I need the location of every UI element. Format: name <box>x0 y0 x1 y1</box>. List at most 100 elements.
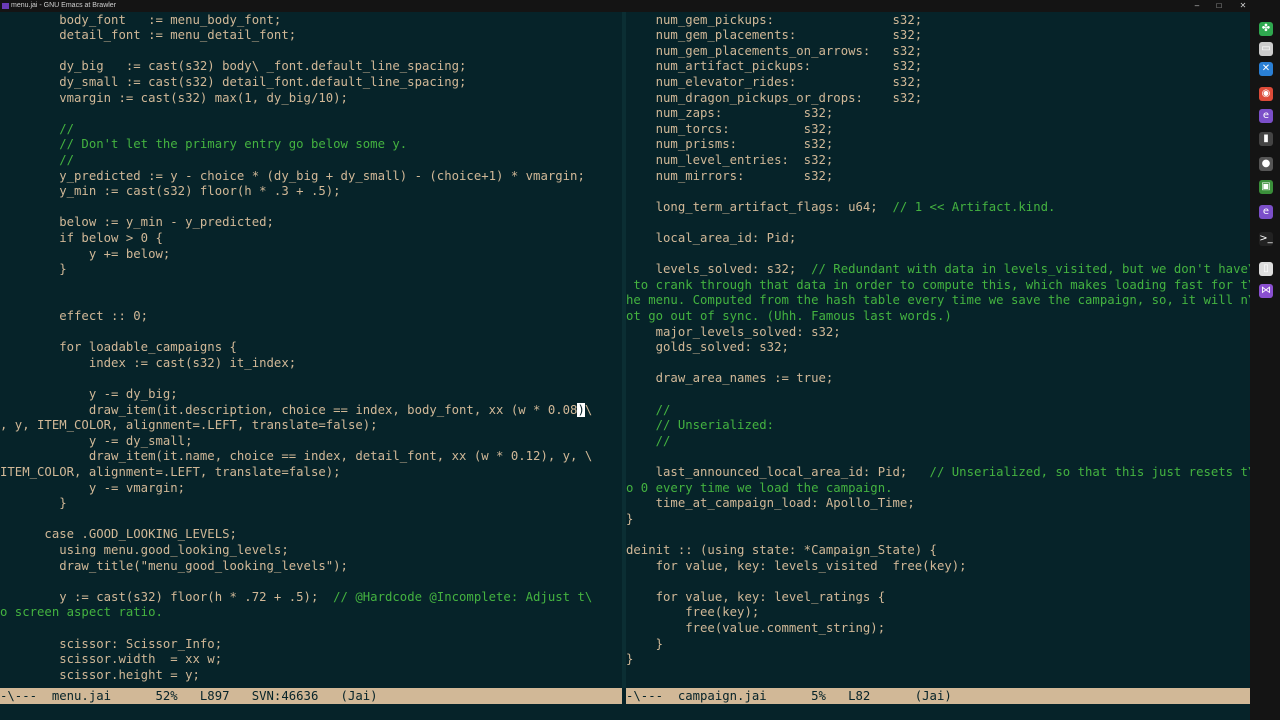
emacs-icon[interactable]: e <box>1259 109 1273 123</box>
window-title: menu.jai - GNU Emacs at Brawler <box>11 2 117 9</box>
code-text: dy_small := cast(s32) detail_font.defaul… <box>0 74 467 89</box>
code-line[interactable]: vmargin := cast(s32) max(1, dy_big/10); <box>0 91 348 107</box>
clover-icon[interactable]: ✤ <box>1259 22 1273 36</box>
code-line[interactable]: scissor.height = y; <box>0 668 200 684</box>
console-icon[interactable]: >_ <box>1259 232 1273 246</box>
code-line[interactable]: y -= dy_big; <box>0 387 178 403</box>
code-line[interactable]: y += below; <box>0 247 170 263</box>
terminal-icon[interactable]: ▮ <box>1259 132 1273 146</box>
code-line[interactable]: num_gem_placements_on_arrows: s32; <box>626 44 923 60</box>
code-line[interactable]: num_prisms: s32; <box>626 137 834 153</box>
code-line[interactable]: // <box>626 434 671 450</box>
code-text: dy_big := cast(s32) body\ _font.default_… <box>0 59 467 74</box>
right-modeline[interactable]: -\--- campaign.jai 5% L82 (Jai) <box>626 688 1250 704</box>
code-line[interactable]: } <box>626 512 633 528</box>
right-pane-scroll-area[interactable] <box>1242 12 1250 688</box>
left-pane-scroll-area[interactable] <box>612 12 622 688</box>
code-line[interactable]: draw_area_names := true; <box>626 371 834 387</box>
code-line[interactable]: y := cast(s32) floor(h * .72 + .5); // @… <box>0 590 592 606</box>
code-line[interactable]: free(value.comment_string); <box>626 621 885 637</box>
code-line[interactable]: for value, key: level_ratings { <box>626 590 886 606</box>
code-line[interactable]: dy_big := cast(s32) body\ _font.default_… <box>0 59 466 75</box>
code-line[interactable]: num_elevator_rides: s32; <box>626 75 923 91</box>
code-line[interactable]: num_mirrors: s32; <box>626 169 834 185</box>
code-line[interactable]: dy_small := cast(s32) detail_font.defaul… <box>0 75 466 91</box>
code-line[interactable]: if below > 0 { <box>0 231 163 247</box>
code-text: y -= dy_small; <box>0 433 193 448</box>
code-line[interactable]: num_gem_placements: s32; <box>626 28 923 44</box>
code-line[interactable]: body_font := menu_body_font; <box>0 13 281 29</box>
code-line[interactable]: // <box>626 403 671 419</box>
code-line[interactable]: last_announced_local_area_id: Pid; // Un… <box>626 465 1250 481</box>
code-line[interactable]: y -= vmargin; <box>0 481 185 497</box>
code-line[interactable]: // <box>0 122 74 138</box>
code-line[interactable]: ot go out of sync. (Uhh. Famous last wor… <box>626 309 952 325</box>
code-line[interactable]: for value, key: levels_visited free(key)… <box>626 559 967 575</box>
code-text: // <box>0 152 75 167</box>
code-line[interactable]: scissor: Scissor_Info; <box>0 637 222 653</box>
code-line[interactable]: for loadable_campaigns { <box>0 340 237 356</box>
code-text: scissor.width = xx w; <box>0 652 223 667</box>
emacs-icon-2[interactable]: e <box>1259 205 1273 219</box>
x-app-icon[interactable]: ✕ <box>1259 62 1273 76</box>
code-line[interactable]: // Unserialized: <box>626 418 774 434</box>
code-line[interactable]: o 0 every time we load the campaign. <box>626 481 893 497</box>
code-line[interactable]: he menu. Computed from the hash table ev… <box>626 293 1250 309</box>
code-line[interactable]: index := cast(s32) it_index; <box>0 356 296 372</box>
code-line[interactable]: } <box>626 652 633 668</box>
code-line[interactable]: deinit :: (using state: *Campaign_State)… <box>626 543 937 559</box>
code-line[interactable]: levels_solved: s32; // Redundant with da… <box>626 262 1250 278</box>
code-line[interactable]: long_term_artifact_flags: u64; // 1 << A… <box>626 200 1056 216</box>
minibuffer[interactable] <box>0 704 1250 720</box>
code-line[interactable]: to crank through that data in order to c… <box>626 278 1250 294</box>
code-line[interactable]: time_at_campaign_load: Apollo_Time; <box>626 496 915 512</box>
code-line[interactable]: golds_solved: s32; <box>626 340 789 356</box>
window-icon[interactable]: ▭ <box>1259 42 1273 56</box>
code-text: o 0 every time we load the campaign. <box>626 480 893 495</box>
code-line[interactable]: below := y_min - y_predicted; <box>0 215 274 231</box>
code-line[interactable]: o screen aspect ratio. <box>0 605 163 621</box>
code-line[interactable]: y -= dy_small; <box>0 434 193 450</box>
code-line[interactable]: } <box>0 262 66 278</box>
code-line[interactable]: num_dragon_pickups_or_drops: s32; <box>626 91 923 107</box>
code-line[interactable]: num_torcs: s32; <box>626 122 834 138</box>
code-line[interactable]: draw_title("menu_good_looking_levels"); <box>0 559 348 575</box>
code-line[interactable]: effect :: 0; <box>0 309 148 325</box>
document-icon[interactable]: ▯ <box>1259 262 1273 276</box>
maximize-button[interactable]: □ <box>1209 0 1229 12</box>
code-line[interactable]: } <box>626 637 663 653</box>
code-line[interactable]: draw_item(it.description, choice == inde… <box>0 402 592 419</box>
code-line[interactable]: , y, ITEM_COLOR, alignment=.LEFT, transl… <box>0 418 378 434</box>
code-line[interactable]: local_area_id: Pid; <box>626 231 797 247</box>
code-text: o screen aspect ratio. <box>0 605 163 620</box>
visual-studio-icon[interactable]: ⋈ <box>1259 284 1273 298</box>
minimize-button[interactable]: – <box>1187 0 1207 12</box>
close-button[interactable]: ✕ <box>1233 0 1253 12</box>
code-line[interactable]: num_zaps: s32; <box>626 106 834 122</box>
chrome-icon[interactable]: ◉ <box>1259 87 1273 101</box>
code-line[interactable]: case .GOOD_LOOKING_LEVELS; <box>0 527 237 543</box>
code-line[interactable]: num_gem_pickups: s32; <box>626 13 923 29</box>
code-line[interactable]: scissor.width = xx w; <box>0 652 222 668</box>
left-editor-pane[interactable]: body_font := menu_body_font; detail_font… <box>0 12 622 688</box>
code-line[interactable]: y_min := cast(s32) floor(h * .3 + .5); <box>0 184 340 200</box>
right-editor-pane[interactable]: num_gem_pickups: s32; num_gem_placements… <box>626 12 1250 688</box>
code-text: y -= vmargin; <box>0 480 186 495</box>
code-line[interactable]: // <box>0 153 74 169</box>
code-line[interactable]: // Don't let the primary entry go below … <box>0 137 407 153</box>
obs-icon[interactable]: ● <box>1259 157 1273 171</box>
app-icon[interactable]: ▣ <box>1259 180 1273 194</box>
code-line[interactable]: num_level_entries: s32; <box>626 153 834 169</box>
code-text: for value, key: levels_visited free(key)… <box>626 558 967 573</box>
code-line[interactable]: ITEM_COLOR, alignment=.LEFT, translate=f… <box>0 465 341 481</box>
code-line[interactable]: } <box>0 496 66 512</box>
code-line[interactable]: y_predicted := y - choice * (dy_big + dy… <box>0 169 585 185</box>
code-line[interactable]: draw_item(it.name, choice == index, deta… <box>0 449 592 465</box>
code-line[interactable]: using menu.good_looking_levels; <box>0 543 289 559</box>
code-line[interactable]: free(key); <box>626 605 759 621</box>
code-line[interactable]: num_artifact_pickups: s32; <box>626 59 923 75</box>
code-line[interactable]: major_levels_solved: s32; <box>626 325 841 341</box>
left-modeline[interactable]: -\--- menu.jai 52% L897 SVN:46636 (Jai) <box>0 688 622 704</box>
code-text: num_zaps: s32; <box>626 106 834 121</box>
code-line[interactable]: detail_font := menu_detail_font; <box>0 28 296 44</box>
